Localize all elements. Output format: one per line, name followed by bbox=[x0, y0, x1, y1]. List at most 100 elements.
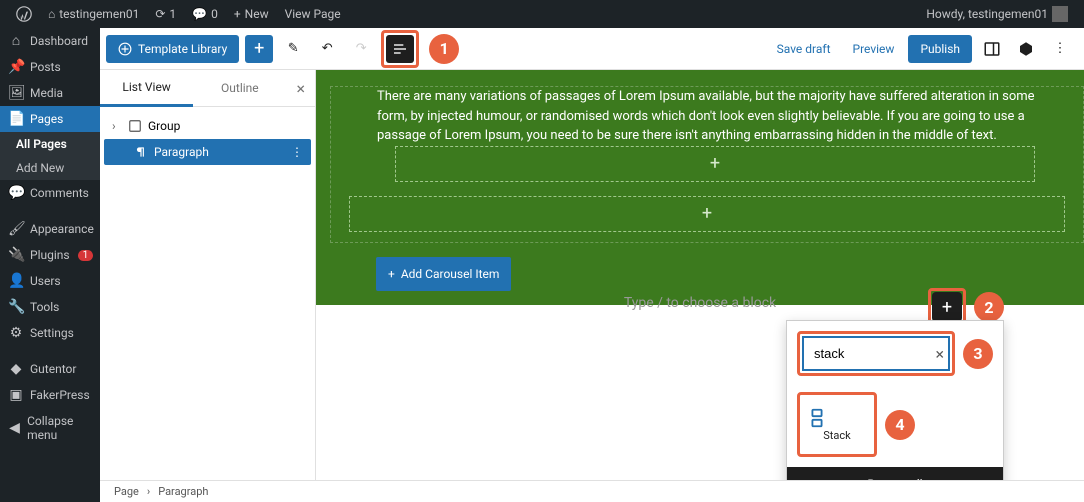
panel-close[interactable]: × bbox=[286, 79, 315, 98]
menu-collapse[interactable]: ◀Collapse menu bbox=[0, 408, 100, 448]
dashboard-icon: ⌂ bbox=[8, 34, 24, 48]
plug-icon: 🔌 bbox=[8, 248, 24, 262]
tab-outline[interactable]: Outline bbox=[193, 71, 286, 105]
wp-admin-menu: ⌂Dashboard 📌Posts 🖼Media 📄Pages All Page… bbox=[0, 28, 100, 502]
wrench-icon: 🔧 bbox=[8, 300, 24, 314]
lorem-paragraph[interactable]: There are many variations of passages of… bbox=[377, 87, 1053, 146]
editor-topbar: Template Library + ✎ ↶ ↷ 1 Save draft Pr… bbox=[100, 28, 1084, 70]
settings-toggle[interactable] bbox=[978, 35, 1006, 63]
block-result-stack[interactable]: Stack bbox=[802, 397, 872, 452]
submenu-add-new[interactable]: Add New bbox=[0, 156, 100, 180]
template-library-button[interactable]: Template Library bbox=[106, 35, 239, 63]
library-icon bbox=[118, 42, 132, 56]
menu-gutentor[interactable]: ◆ Gutentor bbox=[0, 356, 100, 382]
menu-fakerpress[interactable]: ▣ FakerPress bbox=[0, 382, 100, 408]
callout-3-box: × bbox=[797, 331, 955, 376]
annotation-2: 2 bbox=[974, 292, 1004, 322]
new-content[interactable]: + New bbox=[226, 7, 277, 21]
editor-canvas[interactable]: There are many variations of passages of… bbox=[316, 70, 1084, 502]
tab-list-view[interactable]: List View bbox=[100, 70, 193, 107]
breadcrumb-paragraph[interactable]: Paragraph bbox=[158, 485, 208, 498]
default-block-prompt[interactable]: Type / to choose a block bbox=[624, 295, 776, 311]
menu-appearance[interactable]: 🖌Appearance bbox=[0, 216, 100, 242]
menu-media[interactable]: 🖼Media bbox=[0, 80, 100, 106]
preview-button[interactable]: Preview bbox=[845, 38, 903, 60]
tree-label: Group bbox=[148, 119, 180, 133]
plus-icon: + bbox=[702, 200, 712, 227]
site-name[interactable]: ⌂ testingemen01 bbox=[40, 7, 147, 21]
menu-label: Appearance bbox=[30, 222, 94, 236]
document-overview-button[interactable] bbox=[386, 35, 414, 63]
stack-icon bbox=[806, 407, 868, 429]
site-name-label: testingemen01 bbox=[59, 7, 139, 21]
tree-item-paragraph[interactable]: Paragraph ⋮ bbox=[104, 139, 311, 165]
plus-icon: + bbox=[234, 7, 241, 21]
plus-icon: + bbox=[710, 150, 720, 177]
callout-1-box bbox=[381, 30, 419, 68]
menu-plugins[interactable]: 🔌 Plugins 1 bbox=[0, 242, 100, 268]
block-inserter-popover: × 3 Stack bbox=[786, 320, 1004, 502]
home-icon: ⌂ bbox=[48, 7, 55, 21]
options-menu[interactable]: ⋮ bbox=[1046, 35, 1074, 63]
undo-icon: ↶ bbox=[322, 41, 333, 56]
annotation-4: 4 bbox=[885, 410, 915, 440]
wordpress-icon bbox=[16, 6, 32, 22]
menu-pages[interactable]: 📄Pages bbox=[0, 106, 100, 132]
menu-comments[interactable]: 💬Comments bbox=[0, 180, 100, 206]
media-icon: 🖼 bbox=[8, 86, 24, 100]
breadcrumb-page[interactable]: Page bbox=[114, 485, 139, 498]
group-icon bbox=[128, 119, 142, 133]
paragraph-icon bbox=[134, 145, 148, 159]
pencil-icon: ✎ bbox=[288, 41, 299, 56]
avatar bbox=[1052, 6, 1068, 22]
plugin-badge: 1 bbox=[78, 250, 94, 261]
template-library-label: Template Library bbox=[138, 42, 227, 56]
block-appender-inner[interactable]: + bbox=[395, 146, 1035, 182]
inserter-toggle[interactable]: + bbox=[245, 35, 273, 63]
menu-label: Gutentor bbox=[30, 362, 76, 376]
menu-label: Settings bbox=[30, 326, 74, 340]
menu-users[interactable]: 👤Users bbox=[0, 268, 100, 294]
menu-label: FakerPress bbox=[30, 388, 90, 402]
comments-bubble[interactable]: 💬 0 bbox=[184, 7, 226, 21]
menu-label: Plugins bbox=[30, 248, 70, 262]
tools-button[interactable]: ✎ bbox=[279, 35, 307, 63]
block-search-input[interactable] bbox=[802, 336, 950, 371]
howdy[interactable]: Howdy, testingemen01 bbox=[918, 6, 1076, 22]
publish-button[interactable]: Publish bbox=[908, 35, 972, 63]
undo-button[interactable]: ↶ bbox=[313, 35, 341, 63]
gutentor-icon: ◆ bbox=[8, 362, 24, 376]
callout-4-box: Stack bbox=[797, 392, 877, 457]
wp-logo[interactable] bbox=[8, 6, 40, 22]
collapse-icon: ◀ bbox=[8, 421, 21, 435]
howdy-label: Howdy, testingemen01 bbox=[926, 7, 1048, 21]
menu-label: Users bbox=[30, 274, 61, 288]
block-result-label: Stack bbox=[806, 429, 868, 442]
chevron-right-icon[interactable]: › bbox=[112, 119, 122, 133]
add-carousel-item-button[interactable]: + Add Carousel Item bbox=[376, 257, 511, 291]
save-draft-button[interactable]: Save draft bbox=[769, 38, 839, 60]
submenu-all-pages[interactable]: All Pages bbox=[0, 132, 100, 156]
updates-count: 1 bbox=[169, 7, 176, 21]
chevron-right-icon: › bbox=[147, 485, 150, 498]
pin-icon: 📌 bbox=[8, 60, 24, 74]
redo-button[interactable]: ↷ bbox=[347, 35, 375, 63]
tree-item-options[interactable]: ⋮ bbox=[291, 145, 303, 159]
gutentor-settings[interactable] bbox=[1012, 35, 1040, 63]
view-page[interactable]: View Page bbox=[277, 7, 349, 21]
document-overview-panel: List View Outline × › Group Paragraph ⋮ bbox=[100, 70, 316, 502]
menu-dashboard[interactable]: ⌂Dashboard bbox=[0, 28, 100, 54]
inline-inserter-button[interactable]: + bbox=[933, 293, 961, 321]
menu-tools[interactable]: 🔧Tools bbox=[0, 294, 100, 320]
add-carousel-label: Add Carousel Item bbox=[401, 265, 500, 283]
carousel-block[interactable]: There are many variations of passages of… bbox=[316, 70, 1084, 305]
tree-item-group[interactable]: › Group bbox=[104, 113, 311, 139]
block-appender-outer[interactable]: + bbox=[349, 196, 1065, 232]
sidebar-icon bbox=[983, 40, 1001, 58]
menu-posts[interactable]: 📌Posts bbox=[0, 54, 100, 80]
clear-search[interactable]: × bbox=[935, 344, 944, 363]
menu-settings[interactable]: ⚙Settings bbox=[0, 320, 100, 346]
comment-icon: 💬 bbox=[192, 7, 207, 21]
faker-icon: ▣ bbox=[8, 388, 24, 402]
updates[interactable]: ⟳ 1 bbox=[147, 7, 184, 21]
